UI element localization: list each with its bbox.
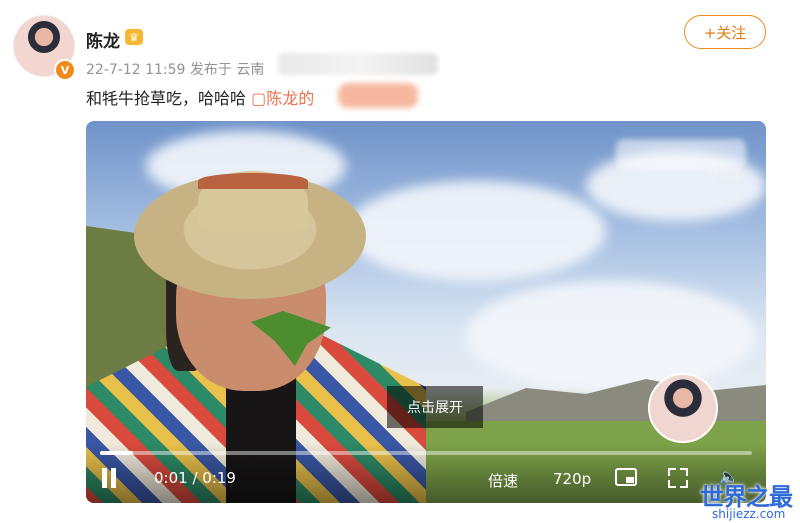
speed-button[interactable]: 倍速 [488, 470, 518, 491]
hat-band [198, 173, 308, 189]
floating-avatar[interactable] [648, 373, 718, 443]
post-date: 22-7-12 11:59 [86, 62, 186, 78]
username[interactable]: 陈龙 [86, 27, 120, 52]
expand-tooltip[interactable]: 点击展开 [387, 386, 483, 428]
blurred-link [338, 83, 418, 108]
pause-icon[interactable] [100, 468, 118, 488]
cloud [466, 281, 756, 391]
progress-bar[interactable] [100, 451, 752, 455]
post-location: 发布于 云南 [189, 62, 265, 78]
watermark: @陈龙 [708, 168, 741, 181]
post-text: 和牦牛抢草吃，哈哈哈 ▢陈龙的 [86, 85, 314, 109]
video-player[interactable]: @陈龙 点击展开 0:01 / 0:19 倍速 720p 🔈 [86, 121, 766, 503]
follow-button[interactable]: +关注 [684, 15, 766, 49]
post-topic-link[interactable]: ▢陈龙的 [251, 89, 314, 108]
progress-fill [100, 451, 133, 455]
fullscreen-icon[interactable] [668, 468, 688, 488]
crown-icon: ♛ [125, 29, 143, 45]
post-meta: 22-7-12 11:59 发布于 云南 [86, 59, 264, 79]
picture-in-picture-icon[interactable] [615, 468, 637, 486]
cloud [346, 181, 606, 281]
post-body: 和牦牛抢草吃，哈哈哈 [86, 89, 252, 108]
site-url: shijiezz.com [712, 507, 786, 521]
quality-button[interactable]: 720p [553, 470, 591, 488]
time-display: 0:01 / 0:19 [154, 469, 236, 487]
verified-badge: V [54, 59, 76, 81]
blurred-meta [278, 53, 438, 75]
blurred-watermark [616, 139, 746, 169]
